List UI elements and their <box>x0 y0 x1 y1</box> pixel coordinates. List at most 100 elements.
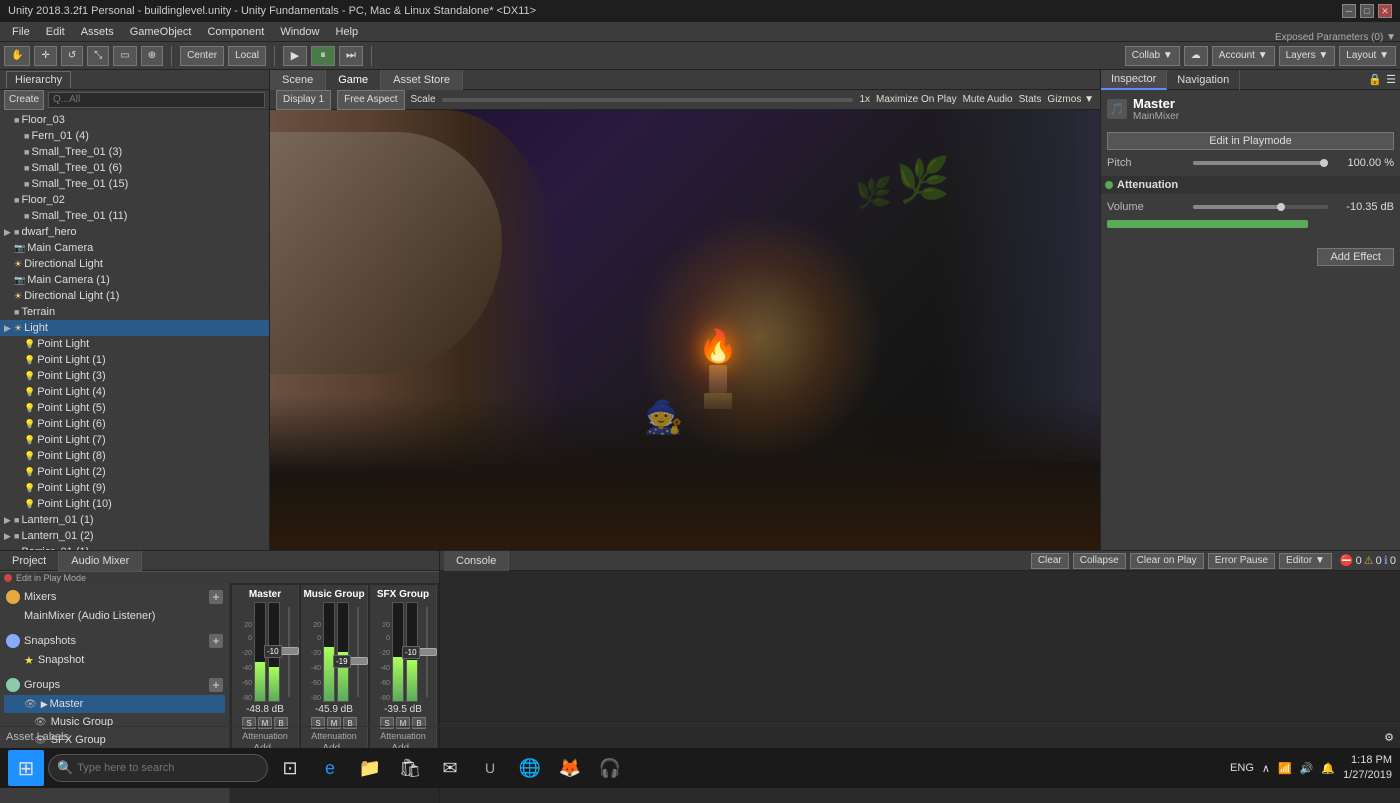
hierarchy-item-smalltree6[interactable]: ■Small_Tree_01 (6) <box>0 160 269 176</box>
hierarchy-item-pointlight4[interactable]: 💡Point Light (4) <box>0 384 269 400</box>
hierarchy-item-lantern2[interactable]: ▶■Lantern_01 (2) <box>0 528 269 544</box>
edit-playmode-button[interactable]: Edit in Playmode <box>1107 132 1394 150</box>
menu-edit[interactable]: Edit <box>38 24 73 40</box>
taskbar-search-input[interactable] <box>77 762 259 774</box>
hierarchy-search[interactable] <box>48 92 265 108</box>
groups-add-btn[interactable]: + <box>209 678 223 692</box>
mixers-section-header[interactable]: Mixers + <box>4 587 225 607</box>
scene-tab-game[interactable]: Game <box>326 70 381 90</box>
headphone-icon[interactable]: 🎧 <box>592 750 628 786</box>
add-effect-button[interactable]: Add Effect <box>1317 248 1394 266</box>
hierarchy-tab[interactable]: Hierarchy <box>6 71 71 88</box>
menu-gameobject[interactable]: GameObject <box>122 24 200 40</box>
collab-button[interactable]: Collab ▼ <box>1125 46 1180 66</box>
space-button[interactable]: Local <box>228 46 266 66</box>
hierarchy-item-pointlight8[interactable]: 💡Point Light (8) <box>0 448 269 464</box>
hierarchy-item-pointlight5[interactable]: 💡Point Light (5) <box>0 400 269 416</box>
scene-tab-scene[interactable]: Scene <box>270 70 326 90</box>
hierarchy-item-maincam1[interactable]: 📷Main Camera (1) <box>0 272 269 288</box>
hierarchy-item-pointlight10[interactable]: 💡Point Light (10) <box>0 496 269 512</box>
mixers-add-btn[interactable]: + <box>209 590 223 604</box>
hierarchy-item-floor03[interactable]: ■Floor_03 <box>0 112 269 128</box>
attenuation-section[interactable]: Attenuation <box>1101 176 1400 194</box>
gizmos-btn[interactable]: Gizmos ▼ <box>1047 94 1094 105</box>
cloud-button[interactable]: ☁ <box>1184 46 1208 66</box>
hierarchy-item-pointlight9[interactable]: 💡Point Light (9) <box>0 480 269 496</box>
hierarchy-item-smalltree11[interactable]: ■Small_Tree_01 (11) <box>0 208 269 224</box>
mixer-mainmixer-item[interactable]: MainMixer (Audio Listener) <box>4 607 225 625</box>
hierarchy-item-light[interactable]: ▶☀Light <box>0 320 269 336</box>
hierarchy-item-dwarfhero[interactable]: ▶■dwarf_hero <box>0 224 269 240</box>
inspector-menu-icon[interactable]: ☰ <box>1386 73 1396 86</box>
stats-btn[interactable]: Stats <box>1019 94 1042 105</box>
display-selector[interactable]: Display 1 <box>276 90 331 110</box>
music-fader-handle[interactable] <box>348 657 368 665</box>
snapshot-item[interactable]: ★ Snapshot <box>4 651 225 669</box>
music-fader[interactable]: -19 <box>351 602 365 702</box>
step-button[interactable]: ⏭ <box>339 46 363 66</box>
groups-section-header[interactable]: Groups + <box>4 675 225 695</box>
maximize-button[interactable]: □ <box>1360 4 1374 18</box>
hierarchy-item-fern01[interactable]: ■Fern_01 (4) <box>0 128 269 144</box>
mail-icon[interactable]: ✉ <box>432 750 468 786</box>
hierarchy-item-pointlight3[interactable]: 💡Point Light (3) <box>0 368 269 384</box>
hierarchy-item-pointlight6[interactable]: 💡Point Light (6) <box>0 416 269 432</box>
inspector-tab-navigation[interactable]: Navigation <box>1167 70 1240 90</box>
console-collapse-btn[interactable]: Collapse <box>1073 553 1126 569</box>
menu-help[interactable]: Help <box>327 24 366 40</box>
hierarchy-item-floor02[interactable]: ■Floor_02 <box>0 192 269 208</box>
scale-slider[interactable] <box>442 98 854 102</box>
sfx-fader-handle[interactable] <box>417 648 437 656</box>
chrome-icon[interactable]: 🌐 <box>512 750 548 786</box>
firefox-icon[interactable]: 🦊 <box>552 750 588 786</box>
console-tab[interactable]: Console <box>444 551 509 571</box>
pitch-slider[interactable] <box>1193 161 1328 165</box>
hierarchy-item-maincam[interactable]: 📷Main Camera <box>0 240 269 256</box>
rotate-tool[interactable]: ↺ <box>61 46 83 66</box>
inspector-tab-inspector[interactable]: Inspector <box>1101 70 1167 90</box>
store-icon[interactable]: 🛍 <box>392 750 428 786</box>
hierarchy-item-pointlight1[interactable]: 💡Point Light (1) <box>0 352 269 368</box>
minimize-button[interactable]: ─ <box>1342 4 1356 18</box>
layers-button[interactable]: Layers ▼ <box>1279 46 1336 66</box>
scene-tab-assetstore[interactable]: Asset Store <box>381 70 463 90</box>
file-explorer-icon[interactable]: 📁 <box>352 750 388 786</box>
hierarchy-item-smalltree3[interactable]: ■Small_Tree_01 (3) <box>0 144 269 160</box>
combo-tool[interactable]: ⊕ <box>141 46 163 66</box>
menu-assets[interactable]: Assets <box>73 24 122 40</box>
unity-icon[interactable]: U <box>472 750 508 786</box>
edge-browser-icon[interactable]: e <box>312 750 348 786</box>
aspect-selector[interactable]: Free Aspect <box>337 90 404 110</box>
close-button[interactable]: ✕ <box>1378 4 1392 18</box>
pause-button[interactable]: ⏸ <box>311 46 335 66</box>
snapshots-section-header[interactable]: Snapshots + <box>4 631 225 651</box>
volume-slider[interactable] <box>1193 205 1328 209</box>
hierarchy-create-btn[interactable]: Create <box>4 90 44 110</box>
hierarchy-item-pointlight2[interactable]: 💡Point Light (2) <box>0 464 269 480</box>
up-arrow-icon[interactable]: ∧ <box>1262 762 1270 775</box>
console-clear-btn[interactable]: Clear <box>1031 553 1069 569</box>
group-master-item[interactable]: 👁 ▶ Master <box>4 695 225 713</box>
menu-window[interactable]: Window <box>272 24 327 40</box>
hierarchy-item-dirlight1[interactable]: ☀Directional Light (1) <box>0 288 269 304</box>
mute-audio[interactable]: Mute Audio <box>963 94 1013 105</box>
move-tool[interactable]: ✛ <box>34 46 56 66</box>
taskbar-search-box[interactable]: 🔍 <box>48 754 268 782</box>
hand-tool[interactable]: ✋ <box>4 46 30 66</box>
console-clearonplay-btn[interactable]: Clear on Play <box>1130 553 1204 569</box>
master-fader[interactable]: -10 <box>282 602 296 702</box>
rect-tool[interactable]: ▭ <box>113 46 136 66</box>
task-view-icon[interactable]: ⊡ <box>272 750 308 786</box>
pivot-button[interactable]: Center <box>180 46 224 66</box>
master-fader-handle[interactable] <box>279 647 299 655</box>
play-button[interactable]: ▶ <box>283 46 307 66</box>
hierarchy-item-lantern1[interactable]: ▶■Lantern_01 (1) <box>0 512 269 528</box>
menu-file[interactable]: File <box>4 24 38 40</box>
hierarchy-item-dirlight[interactable]: ☀Directional Light <box>0 256 269 272</box>
sfx-fader[interactable]: -10 <box>420 602 434 702</box>
scale-tool[interactable]: ⤡ <box>87 46 109 66</box>
audio-mixer-tab[interactable]: Audio Mixer <box>59 551 142 571</box>
snapshots-add-btn[interactable]: + <box>209 634 223 648</box>
hierarchy-item-smalltree15[interactable]: ■Small_Tree_01 (15) <box>0 176 269 192</box>
notification-icon[interactable]: 🔔 <box>1321 762 1335 775</box>
